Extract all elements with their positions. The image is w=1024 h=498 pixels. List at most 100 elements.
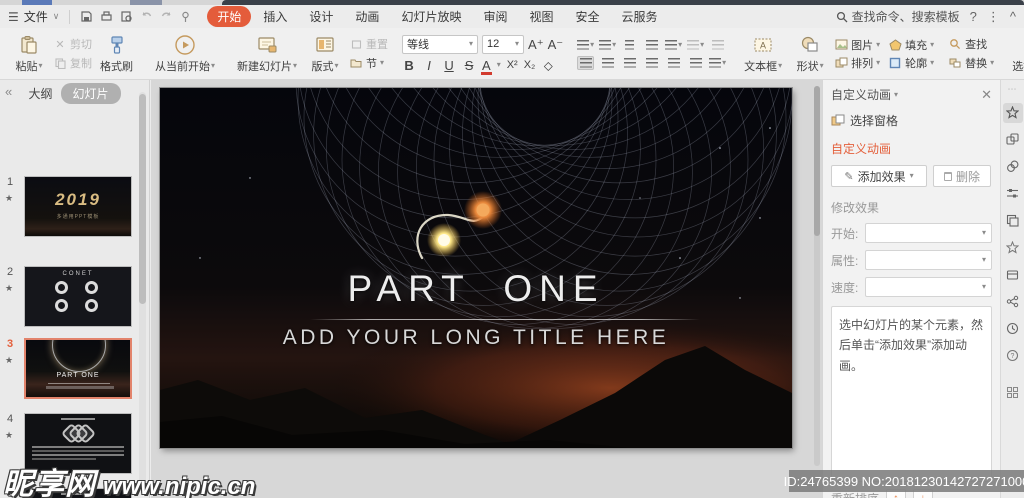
arrange-icon	[834, 56, 848, 70]
clipboard-images-icon[interactable]	[1003, 211, 1023, 231]
start-select[interactable]: ▾	[865, 223, 992, 243]
tab-design[interactable]: 设计	[299, 6, 343, 27]
archive-box-icon[interactable]	[1003, 265, 1023, 285]
speed-select[interactable]: ▾	[865, 277, 992, 297]
play-from-current-button[interactable]: 从当前开始 ▾	[151, 33, 219, 75]
shapes-circles-icon[interactable]	[1003, 157, 1023, 177]
font-size-combo[interactable]: 12 ▾	[482, 34, 525, 54]
slide-title[interactable]: PART ONE	[160, 268, 792, 310]
share-icon[interactable]	[1003, 292, 1023, 312]
format-painter-button[interactable]: 格式刷	[96, 33, 137, 75]
add-effect-button[interactable]: ✎ 添加效果 ▾	[831, 165, 927, 187]
outline-button[interactable]: 轮廓 ▾	[888, 55, 934, 71]
chevron-down-icon[interactable]: ▾	[894, 90, 898, 99]
slide-subtitle[interactable]: ADD YOUR LONG TITLE HERE	[160, 326, 792, 350]
clear-format-button[interactable]: ⬦	[541, 59, 555, 72]
new-slide-button[interactable]: 新建幻灯片 ▾	[233, 33, 301, 75]
cut-icon: ✕	[55, 38, 65, 51]
section-button[interactable]: 节 ▾	[349, 55, 388, 71]
superscript-button[interactable]: X²	[507, 59, 518, 71]
font-color-button[interactable]: A	[481, 58, 492, 75]
line-spacing-button[interactable]: ▾	[709, 56, 726, 70]
slide-2-thumbnail[interactable]: CONET	[24, 266, 132, 327]
thumb-title: CONET	[62, 271, 94, 277]
file-menu[interactable]: ☰ 文件 ∨	[8, 8, 59, 25]
help-icon[interactable]: ?	[970, 9, 977, 24]
italic-button[interactable]: I	[422, 59, 436, 72]
bullets-button[interactable]: ▾	[577, 38, 594, 52]
slides-panel-scrollbar[interactable]	[139, 92, 146, 492]
arrange-button[interactable]: 排列 ▾	[834, 55, 880, 71]
tab-view[interactable]: 视图	[519, 6, 563, 27]
apps-grid-icon[interactable]	[1003, 383, 1023, 403]
subscript-button[interactable]: X₂	[524, 59, 536, 71]
justify-button[interactable]	[643, 56, 660, 70]
tab-slides[interactable]: 幻灯片	[60, 82, 121, 104]
command-search[interactable]: 查找命令、搜索模板	[836, 8, 960, 25]
paste-button[interactable]: 粘贴 ▾	[9, 33, 49, 75]
strikethrough-button[interactable]: S	[462, 59, 476, 72]
align-center-button[interactable]	[599, 56, 616, 70]
delete-effect-button[interactable]: 删除	[933, 165, 991, 187]
tab-insert[interactable]: 插入	[253, 6, 297, 27]
star-outline-icon[interactable]	[1003, 238, 1023, 258]
numbering-button[interactable]: ▾	[599, 38, 616, 52]
columns-button[interactable]	[687, 56, 704, 70]
tab-animation[interactable]: 动画	[345, 6, 389, 27]
tab-outline[interactable]: 大纲	[28, 85, 52, 102]
font-name-combo[interactable]: 等线 ▾	[402, 34, 479, 54]
decrease-indent-button[interactable]	[621, 38, 638, 52]
tab-cloud[interactable]: 云服务	[612, 6, 668, 27]
cut-button[interactable]: ✕ 剪切	[53, 36, 92, 52]
collapse-ribbon-icon[interactable]: ^	[1010, 9, 1016, 24]
slide-3-thumbnail[interactable]: PART ONE	[24, 338, 132, 399]
layers-swap-icon[interactable]	[1003, 130, 1023, 150]
underline-button[interactable]: U	[442, 59, 456, 72]
text-direction-button[interactable]	[709, 38, 726, 52]
selection-pane-link[interactable]: 选择窗格	[831, 112, 992, 129]
tab-home[interactable]: 开始	[207, 6, 252, 27]
copy-button[interactable]: 复制	[53, 55, 92, 71]
paragraph-settings-button[interactable]: ▾	[665, 38, 682, 52]
shrink-font-button[interactable]: A⁻	[548, 38, 564, 51]
replace-button[interactable]: 替换 ▾	[948, 55, 994, 71]
undo-icon[interactable]	[140, 10, 153, 23]
current-slide[interactable]: PART ONE ADD YOUR LONG TITLE HERE	[160, 88, 792, 448]
textbox-button[interactable]: A 文本框 ▾	[740, 33, 786, 75]
tab-security[interactable]: 安全	[565, 6, 609, 27]
print-preview-icon[interactable]	[120, 10, 133, 23]
scrollbar-thumb[interactable]	[814, 86, 820, 236]
help-icon[interactable]: ?	[1003, 346, 1023, 366]
find-button[interactable]: 查找	[948, 36, 994, 52]
picture-button[interactable]: 图片 ▾	[834, 37, 880, 53]
reset-button[interactable]: 重置	[349, 36, 388, 52]
collapse-panel-icon[interactable]: «	[5, 84, 12, 99]
selection-pane-button[interactable]: 选择窗格	[1008, 33, 1024, 75]
scrollbar-thumb[interactable]	[139, 94, 146, 304]
chevron-down-icon[interactable]: ▾	[497, 61, 501, 69]
bold-button[interactable]: B	[402, 59, 416, 72]
canvas-scrollbar[interactable]	[814, 86, 820, 466]
save-icon[interactable]	[80, 10, 93, 23]
pin-icon[interactable]	[180, 11, 191, 23]
tab-slideshow[interactable]: 幻灯片放映	[391, 6, 471, 27]
animation-pane-icon[interactable]	[1002, 102, 1023, 123]
increase-indent-button[interactable]	[643, 38, 660, 52]
fill-button[interactable]: 填充 ▾	[888, 37, 934, 53]
print-icon[interactable]	[100, 10, 113, 23]
align-left-button[interactable]	[577, 55, 595, 70]
slide-1-thumbnail[interactable]: 2019 多通用PPT模板	[24, 176, 132, 237]
shapes-button[interactable]: 形状 ▾	[790, 33, 830, 75]
history-clock-icon[interactable]	[1003, 319, 1023, 339]
more-icon[interactable]: ⋮	[987, 9, 1000, 25]
settings-sliders-icon[interactable]	[1003, 184, 1023, 204]
align-right-button[interactable]	[621, 56, 638, 70]
layout-button[interactable]: 版式 ▾	[305, 33, 345, 75]
distribute-button[interactable]	[665, 56, 682, 70]
grow-font-button[interactable]: A⁺	[528, 38, 544, 51]
property-select[interactable]: ▾	[865, 250, 992, 270]
tab-review[interactable]: 审阅	[473, 6, 517, 27]
close-icon[interactable]: ✕	[981, 87, 992, 103]
text-effects-button[interactable]: ▾	[687, 38, 704, 52]
redo-icon[interactable]	[160, 10, 173, 23]
